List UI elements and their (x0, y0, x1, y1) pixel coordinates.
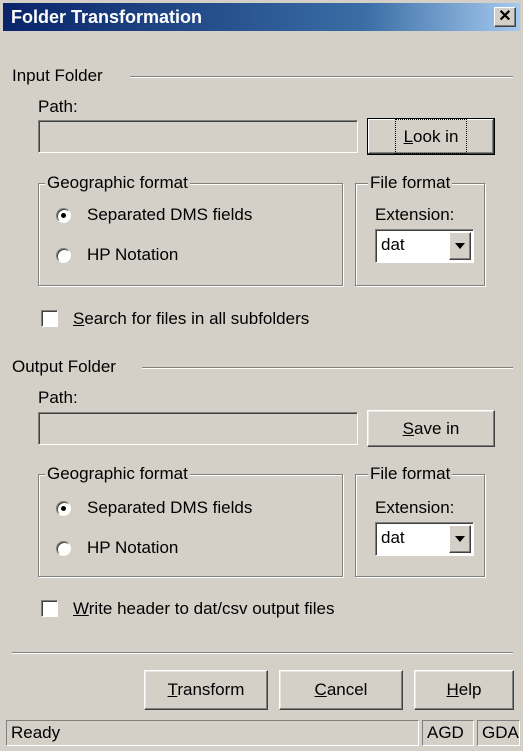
cancel-button[interactable]: Cancel (279, 670, 403, 710)
input-extension-select[interactable]: dat (375, 229, 474, 263)
save-in-button[interactable]: Save in (367, 410, 495, 447)
input-path-label: Path: (38, 97, 78, 116)
input-file-group-title: File format (368, 173, 453, 193)
status-cell-agd: AGD (422, 720, 474, 746)
status-cell-gda: GDA (477, 720, 520, 746)
folder-transformation-dialog: Folder Transformation ✕ Input Folder Pat… (0, 0, 523, 751)
title-bar[interactable]: Folder Transformation ✕ (3, 3, 520, 31)
input-folder-section-label: Input Folder (12, 66, 103, 85)
write-header-label: Write header to dat/csv output files (73, 599, 335, 618)
footer-divider (12, 652, 513, 654)
output-radio-dms[interactable] (56, 501, 71, 516)
output-file-group-title: File format (368, 464, 453, 484)
transform-button[interactable]: Transform (144, 670, 268, 710)
input-radio-hp-label: HP Notation (87, 245, 179, 264)
status-text: Ready (6, 720, 419, 746)
input-section-divider (130, 76, 513, 78)
output-radio-hp[interactable] (56, 541, 71, 556)
output-geo-group-title: Geographic format (45, 464, 190, 484)
chevron-down-icon[interactable] (449, 232, 471, 260)
write-header-checkbox[interactable] (41, 600, 58, 617)
input-geographic-format-group: Geographic format (38, 173, 343, 286)
window-title: Folder Transformation (11, 7, 203, 27)
input-radio-dms[interactable] (56, 208, 71, 223)
input-extension-label: Extension: (375, 205, 455, 224)
input-radio-dms-label: Separated DMS fields (87, 205, 253, 224)
output-section-divider (142, 367, 513, 369)
output-folder-section-label: Output Folder (12, 357, 116, 376)
output-geographic-format-group: Geographic format (38, 464, 343, 577)
output-radio-hp-label: HP Notation (87, 538, 179, 557)
output-path-field[interactable] (38, 412, 358, 445)
input-geo-group-title: Geographic format (45, 173, 190, 193)
chevron-down-icon[interactable] (449, 525, 471, 553)
help-button[interactable]: Help (414, 670, 514, 710)
output-radio-dms-label: Separated DMS fields (87, 498, 253, 517)
output-path-label: Path: (38, 388, 78, 407)
input-radio-hp[interactable] (56, 248, 71, 263)
output-extension-select[interactable]: dat (375, 522, 474, 556)
look-in-button[interactable]: Look in (367, 118, 495, 155)
search-subfolders-label: Search for files in all subfolders (73, 309, 310, 328)
search-subfolders-checkbox[interactable] (41, 310, 58, 327)
close-icon[interactable]: ✕ (494, 7, 516, 27)
input-path-field[interactable] (38, 120, 358, 153)
output-extension-label: Extension: (375, 498, 455, 517)
